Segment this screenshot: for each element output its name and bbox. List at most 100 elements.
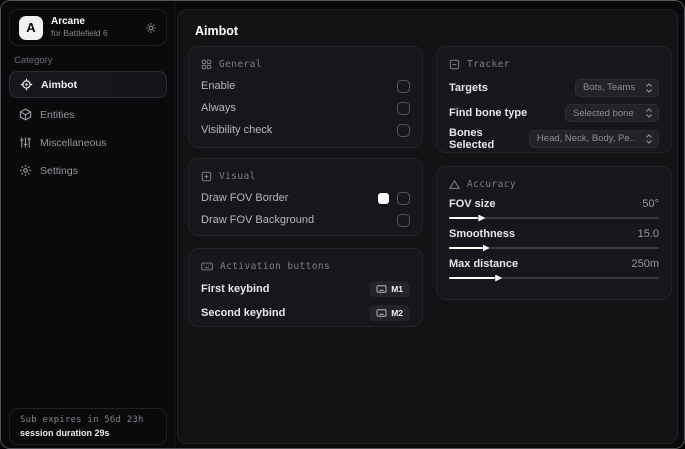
sidebar-item-entities[interactable]: Entities [9, 101, 167, 128]
enable-checkbox[interactable] [397, 79, 410, 93]
slider-thumb[interactable] [478, 214, 486, 222]
setting-label: Draw FOV Border [201, 192, 289, 204]
smoothness-slider-group: Smoothness 15.0 [449, 226, 659, 252]
tracker-card: Tracker Targets Bots, Teams Find bone ty… [436, 46, 672, 153]
sidebar-item-label: Entities [40, 108, 75, 121]
dropdown-value: Selected bone [573, 107, 634, 119]
sidebar-item-settings[interactable]: Settings [9, 157, 167, 184]
app-name: Arcane [51, 16, 85, 27]
slider-thumb[interactable] [495, 274, 503, 282]
setting-row-draw-fov-border: Draw FOV Border [201, 187, 410, 209]
logo-letter: A [26, 20, 36, 35]
app-header: A Arcane for Battlefield 6 [9, 9, 167, 46]
session-duration-text: session duration 29s [20, 428, 110, 438]
smoothness-slider[interactable] [449, 244, 659, 252]
accuracy-card: Accuracy FOV size 50° Smoothness 15.0 Ma… [436, 166, 672, 300]
minus-square-icon [449, 59, 460, 70]
dropdown-value: Head, Neck, Body, Pe.. [536, 133, 635, 145]
app-header-text: Arcane for Battlefield 6 [51, 16, 145, 39]
keybind-value: M2 [391, 308, 403, 318]
gear-icon [19, 164, 32, 177]
slider-labels: Max distance 250m [449, 256, 659, 272]
app-logo: A [19, 15, 43, 40]
app-window: A Arcane for Battlefield 6 Category Aimb [0, 0, 685, 449]
visibility-check-checkbox[interactable] [397, 123, 410, 137]
always-checkbox[interactable] [397, 101, 410, 115]
draw-fov-border-checkbox[interactable] [397, 191, 410, 205]
setting-label: Always [201, 102, 236, 114]
setting-row-draw-fov-background: Draw FOV Background [201, 209, 410, 231]
section-title: Visual [219, 170, 256, 182]
triangle-icon [449, 179, 460, 190]
section-title: Accuracy [467, 178, 516, 190]
subscription-box: Sub expires in 56d 23h session duration … [9, 408, 167, 445]
gear-icon[interactable] [145, 22, 157, 34]
sidebar-item-miscellaneous[interactable]: Miscellaneous [9, 129, 167, 156]
first-keybind-button[interactable]: M1 [369, 281, 410, 297]
slider-fill [449, 247, 483, 249]
setting-label: FOV size [449, 198, 496, 210]
slider-fill [449, 217, 479, 219]
keybind-value: M1 [391, 284, 403, 294]
setting-label: Enable [201, 80, 236, 92]
sidebar-item-label: Miscellaneous [40, 136, 107, 149]
app-subtitle: for Battlefield 6 [51, 28, 108, 38]
targets-dropdown[interactable]: Bots, Teams [575, 78, 659, 97]
bones-selected-dropdown[interactable]: Head, Neck, Body, Pe.. [528, 129, 659, 148]
setting-row-visibility-check: Visibility check [201, 119, 410, 141]
cube-icon [19, 108, 32, 121]
sidebar-item-aimbot[interactable]: Aimbot [9, 71, 167, 98]
setting-row-always: Always [201, 97, 410, 119]
slider-value: 50° [642, 198, 659, 210]
sub-expiry-text: Sub expires in 56d 23h [20, 415, 144, 425]
setting-label: Draw FOV Background [201, 214, 315, 226]
setting-label: Targets [449, 81, 488, 94]
setting-label: Bones Selected [449, 126, 495, 151]
setting-row-enable: Enable [201, 75, 410, 97]
color-swatch[interactable] [378, 192, 389, 204]
setting-row-targets: Targets Bots, Teams [449, 75, 659, 101]
dropdown-value: Bots, Teams [583, 82, 636, 94]
setting-label: Second keybind [201, 307, 286, 319]
visual-card-header: Visual [201, 168, 410, 184]
slider-labels: FOV size 50° [449, 196, 659, 212]
sidebar-item-label: Aimbot [41, 78, 78, 91]
setting-label: First keybind [201, 283, 270, 295]
slider-thumb[interactable] [482, 244, 490, 252]
page-title: Aimbot [195, 24, 239, 38]
chevron-up-down-icon [645, 108, 653, 119]
setting-label: Max distance [449, 258, 519, 270]
main-panel: Aimbot General Enable Always Visibility … [177, 9, 678, 444]
max-distance-slider-group: Max distance 250m [449, 256, 659, 282]
keyboard-icon [376, 285, 387, 293]
chevron-up-down-icon [645, 133, 653, 144]
setting-row-first-keybind: First keybind M1 [201, 277, 410, 301]
sidebar: A Arcane for Battlefield 6 Category Aimb [1, 1, 175, 448]
keyboard-icon [376, 309, 387, 317]
fov-size-slider-group: FOV size 50° [449, 196, 659, 222]
fov-size-slider[interactable] [449, 214, 659, 222]
tracker-card-header: Tracker [449, 56, 659, 72]
section-title: Tracker [467, 58, 510, 70]
slider-fill [449, 277, 496, 279]
section-title: Activation buttons [220, 260, 331, 272]
slider-labels: Smoothness 15.0 [449, 226, 659, 242]
slider-value: 250m [631, 258, 659, 270]
controls-group [378, 191, 410, 205]
activation-card-header: Activation buttons [201, 258, 410, 274]
draw-fov-background-checkbox[interactable] [397, 213, 410, 227]
accuracy-card-header: Accuracy [449, 176, 659, 192]
max-distance-slider[interactable] [449, 274, 659, 282]
visual-card: Visual Draw FOV Border Draw FOV Backgrou… [188, 158, 423, 236]
setting-row-second-keybind: Second keybind M2 [201, 301, 410, 325]
sidebar-item-label: Settings [40, 164, 78, 177]
section-title: General [219, 58, 262, 70]
general-card: General Enable Always Visibility check [188, 46, 423, 148]
slider-value: 15.0 [637, 228, 659, 240]
find-bone-type-dropdown[interactable]: Selected bone [565, 104, 659, 123]
activation-card: Activation buttons First keybind M1 Seco… [188, 248, 423, 327]
crosshair-icon [20, 78, 33, 91]
setting-row-bones-selected: Bones Selected Head, Neck, Body, Pe.. [449, 126, 659, 152]
general-card-header: General [201, 56, 410, 72]
second-keybind-button[interactable]: M2 [369, 305, 410, 321]
